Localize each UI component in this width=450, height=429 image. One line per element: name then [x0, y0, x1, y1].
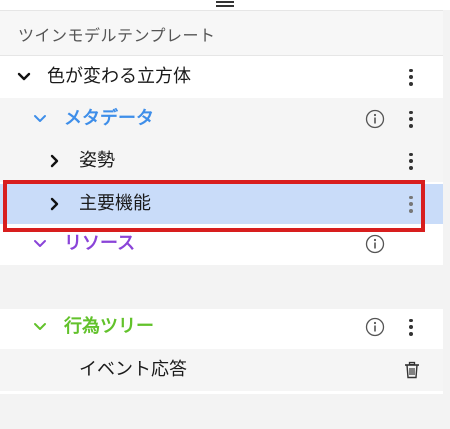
tree-item-label: 色が変わる立方体: [47, 66, 191, 87]
more-vertical-icon[interactable]: [401, 317, 421, 337]
chevron-down-icon[interactable]: [30, 223, 50, 265]
chevron-down-icon[interactable]: [14, 56, 34, 98]
twin-model-template-panel: ツインモデルテンプレート 色が変わる立方体 メタデータ 姿勢 主要機能 リソース…: [0, 10, 443, 394]
tree-item-label: メタデータ: [64, 108, 154, 129]
tree-item-label: リソース: [64, 233, 136, 254]
info-icon[interactable]: [365, 109, 385, 129]
panel-title: ツインモデルテンプレート: [18, 26, 216, 45]
tree-item-behavior-tree[interactable]: 行為ツリー: [0, 306, 443, 348]
info-icon[interactable]: [365, 317, 385, 337]
chevron-down-icon[interactable]: [30, 98, 50, 140]
tree-item-resources[interactable]: リソース: [0, 223, 443, 265]
tree-item-label: 姿勢: [79, 150, 115, 171]
chevron-right-icon[interactable]: [45, 140, 65, 182]
tree-item-root[interactable]: 色が変わる立方体: [0, 56, 443, 98]
more-vertical-icon[interactable]: [401, 151, 421, 171]
tree-item-metadata[interactable]: メタデータ: [0, 98, 443, 140]
tree-item-event-response[interactable]: イベント応答: [0, 349, 443, 391]
drag-handle-icon[interactable]: [216, 1, 234, 7]
top-strip: [0, 0, 450, 10]
panel-header: ツインモデルテンプレート: [0, 10, 443, 56]
info-icon[interactable]: [365, 234, 385, 254]
resources-empty-area: [0, 265, 443, 309]
tree-item-pose[interactable]: 姿勢: [0, 140, 443, 182]
chevron-down-icon[interactable]: [30, 306, 50, 348]
tree-item-label: イベント応答: [79, 359, 187, 380]
tree-item-label: 行為ツリー: [64, 316, 154, 337]
more-vertical-icon[interactable]: [401, 109, 421, 129]
more-vertical-icon[interactable]: [401, 67, 421, 87]
trash-icon[interactable]: [403, 361, 421, 379]
